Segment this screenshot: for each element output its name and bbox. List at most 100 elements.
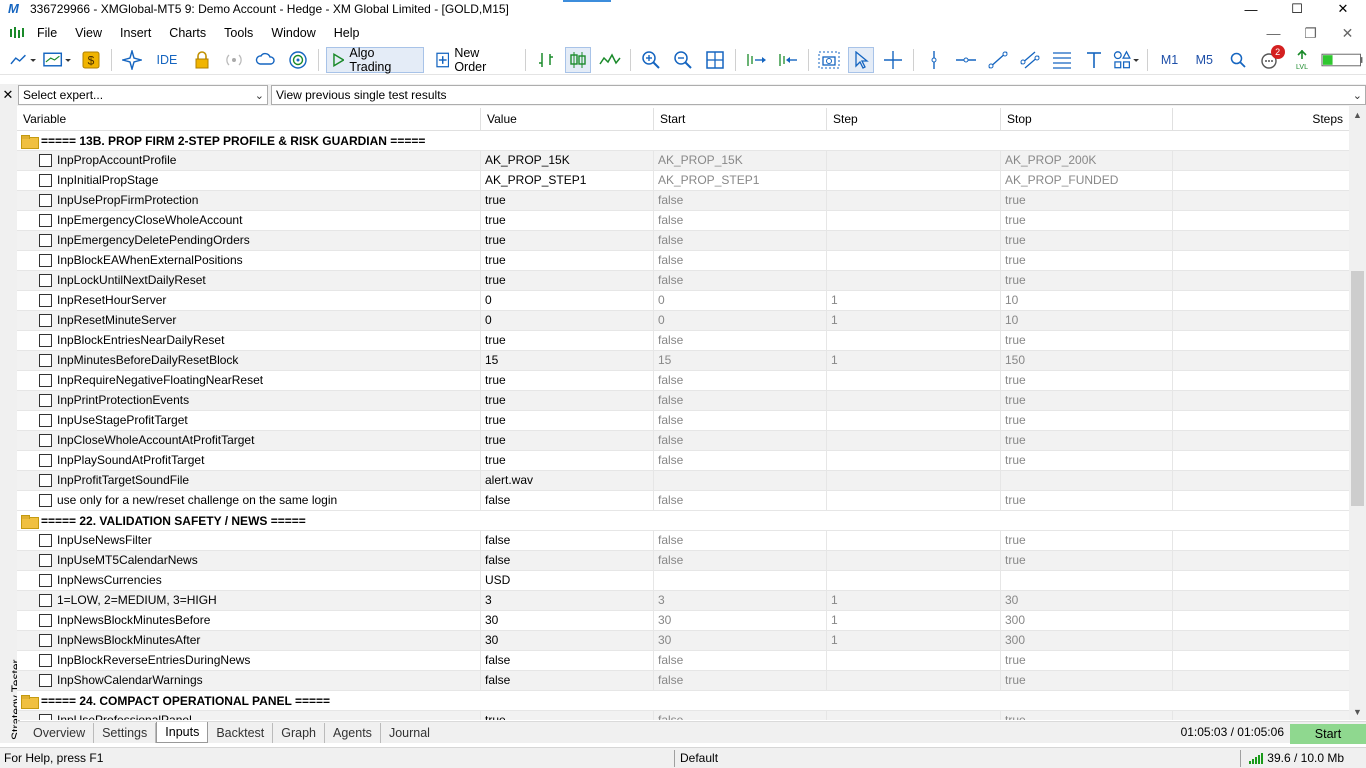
optimize-checkbox[interactable]	[39, 434, 52, 447]
table-row[interactable]: InpUsePropFirmProtection true false true	[17, 191, 1349, 211]
table-row[interactable]: InpLockUntilNextDailyReset true false true	[17, 271, 1349, 291]
table-row[interactable]: InpResetMinuteServer 0 0 1 10	[17, 311, 1349, 331]
optimize-checkbox[interactable]	[39, 194, 52, 207]
stop-cell[interactable]	[1001, 571, 1173, 590]
group-row[interactable]: ===== 13B. PROP FIRM 2-STEP PROFILE & RI…	[17, 131, 1349, 151]
value-cell[interactable]: true	[481, 431, 654, 450]
start-cell[interactable]: false	[654, 551, 827, 570]
stop-cell[interactable]	[1001, 471, 1173, 490]
table-row[interactable]: InpPropAccountProfile AK_PROP_15K AK_PROP_…	[17, 151, 1349, 171]
tile-windows-icon[interactable]	[702, 47, 728, 73]
tab-settings[interactable]: Settings	[94, 722, 157, 743]
start-cell[interactable]	[654, 471, 827, 490]
value-cell[interactable]: false	[481, 671, 654, 690]
step-cell[interactable]	[827, 671, 1001, 690]
status-profile[interactable]: Default	[680, 751, 718, 765]
stop-cell[interactable]: true	[1001, 711, 1173, 720]
start-button[interactable]: Start	[1290, 724, 1366, 744]
header-start[interactable]: Start	[654, 108, 827, 131]
table-row[interactable]: InpEmergencyCloseWholeAccount true false tr…	[17, 211, 1349, 231]
mode-select[interactable]: View previous single test results ⌄	[271, 85, 1366, 105]
menu-view[interactable]: View	[66, 22, 111, 44]
value-cell[interactable]: true	[481, 371, 654, 390]
value-cell[interactable]: AK_PROP_15K	[481, 151, 654, 170]
cursor-icon[interactable]	[848, 46, 875, 73]
crosshair-icon[interactable]	[880, 47, 906, 73]
start-cell[interactable]: false	[654, 671, 827, 690]
optimize-checkbox[interactable]	[39, 354, 52, 367]
level-icon[interactable]: LVL	[1289, 47, 1315, 73]
step-cell[interactable]	[827, 171, 1001, 190]
stop-cell[interactable]: true	[1001, 551, 1173, 570]
table-row[interactable]: InpNewsCurrencies USD	[17, 571, 1349, 591]
start-cell[interactable]: false	[654, 371, 827, 390]
optimize-checkbox[interactable]	[39, 594, 52, 607]
optimize-checkbox[interactable]	[39, 554, 52, 567]
value-cell[interactable]: true	[481, 231, 654, 250]
table-row[interactable]: InpUseProfessionalPanel true false true	[17, 711, 1349, 720]
value-cell[interactable]: true	[481, 411, 654, 430]
table-row[interactable]: InpProfitTargetSoundFile alert.wav	[17, 471, 1349, 491]
notifications-button[interactable]: 2	[1257, 44, 1285, 73]
close-tester-icon[interactable]: ✕	[0, 84, 16, 106]
stop-cell[interactable]: true	[1001, 371, 1173, 390]
optimize-checkbox[interactable]	[39, 254, 52, 267]
value-cell[interactable]: false	[481, 491, 654, 510]
start-cell[interactable]: 0	[654, 291, 827, 310]
stop-cell[interactable]: true	[1001, 331, 1173, 350]
value-cell[interactable]: true	[481, 191, 654, 210]
menu-tools[interactable]: Tools	[215, 22, 262, 44]
timeframe-m5[interactable]: M5	[1190, 47, 1219, 73]
step-cell[interactable]	[827, 151, 1001, 170]
stop-cell[interactable]: true	[1001, 671, 1173, 690]
header-step[interactable]: Step	[827, 108, 1001, 131]
start-cell[interactable]: 0	[654, 311, 827, 330]
start-cell[interactable]: false	[654, 431, 827, 450]
optimize-checkbox[interactable]	[39, 634, 52, 647]
stop-cell[interactable]: true	[1001, 491, 1173, 510]
header-stop[interactable]: Stop	[1001, 108, 1173, 131]
table-row[interactable]: InpEmergencyDeletePendingOrders true false…	[17, 231, 1349, 251]
table-row[interactable]: 1=LOW, 2=MEDIUM, 3=HIGH 3 3 1 30	[17, 591, 1349, 611]
stop-cell[interactable]: true	[1001, 651, 1173, 670]
horizontal-line-icon[interactable]	[953, 47, 979, 73]
value-cell[interactable]: true	[481, 711, 654, 720]
value-cell[interactable]: 15	[481, 351, 654, 370]
menu-help[interactable]: Help	[325, 22, 369, 44]
vps-icon[interactable]	[285, 47, 311, 73]
start-cell[interactable]: false	[654, 711, 827, 720]
table-row[interactable]: InpPlaySoundAtProfitTarget true false true	[17, 451, 1349, 471]
value-cell[interactable]: true	[481, 391, 654, 410]
table-row[interactable]: InpRequireNegativeFloatingNearReset true f…	[17, 371, 1349, 391]
optimize-checkbox[interactable]	[39, 574, 52, 587]
optimize-checkbox[interactable]	[39, 394, 52, 407]
start-cell[interactable]: false	[654, 231, 827, 250]
table-row[interactable]: InpBlockEntriesNearDailyReset true false tr…	[17, 331, 1349, 351]
timeframe-m1[interactable]: M1	[1155, 47, 1184, 73]
start-cell[interactable]: 3	[654, 591, 827, 610]
stop-cell[interactable]: true	[1001, 391, 1173, 410]
table-row[interactable]: InpPrintProtectionEvents true false true	[17, 391, 1349, 411]
menu-file[interactable]: File	[28, 22, 66, 44]
menu-window[interactable]: Window	[262, 22, 324, 44]
step-cell[interactable]	[827, 211, 1001, 230]
stop-cell[interactable]: AK_PROP_200K	[1001, 151, 1173, 170]
autoscroll-icon[interactable]	[743, 47, 769, 73]
screenshot-icon[interactable]	[816, 47, 842, 73]
table-row[interactable]: use only for a new/reset challenge on th…	[17, 491, 1349, 511]
step-cell[interactable]	[827, 491, 1001, 510]
stop-cell[interactable]: true	[1001, 191, 1173, 210]
scroll-thumb[interactable]	[1351, 271, 1364, 506]
step-cell[interactable]	[827, 251, 1001, 270]
value-cell[interactable]: true	[481, 451, 654, 470]
stop-cell[interactable]: AK_PROP_FUNDED	[1001, 171, 1173, 190]
value-cell[interactable]: 3	[481, 591, 654, 610]
table-row[interactable]: InpNewsBlockMinutesAfter 30 30 1 300	[17, 631, 1349, 651]
expert-select[interactable]: Select expert... ⌄	[18, 85, 268, 105]
table-row[interactable]: InpShowCalendarWarnings false false true	[17, 671, 1349, 691]
start-cell[interactable]: false	[654, 211, 827, 230]
stop-cell[interactable]: 300	[1001, 611, 1173, 630]
tab-backtest[interactable]: Backtest	[208, 722, 274, 743]
tab-agents[interactable]: Agents	[325, 722, 381, 743]
stop-cell[interactable]: true	[1001, 431, 1173, 450]
